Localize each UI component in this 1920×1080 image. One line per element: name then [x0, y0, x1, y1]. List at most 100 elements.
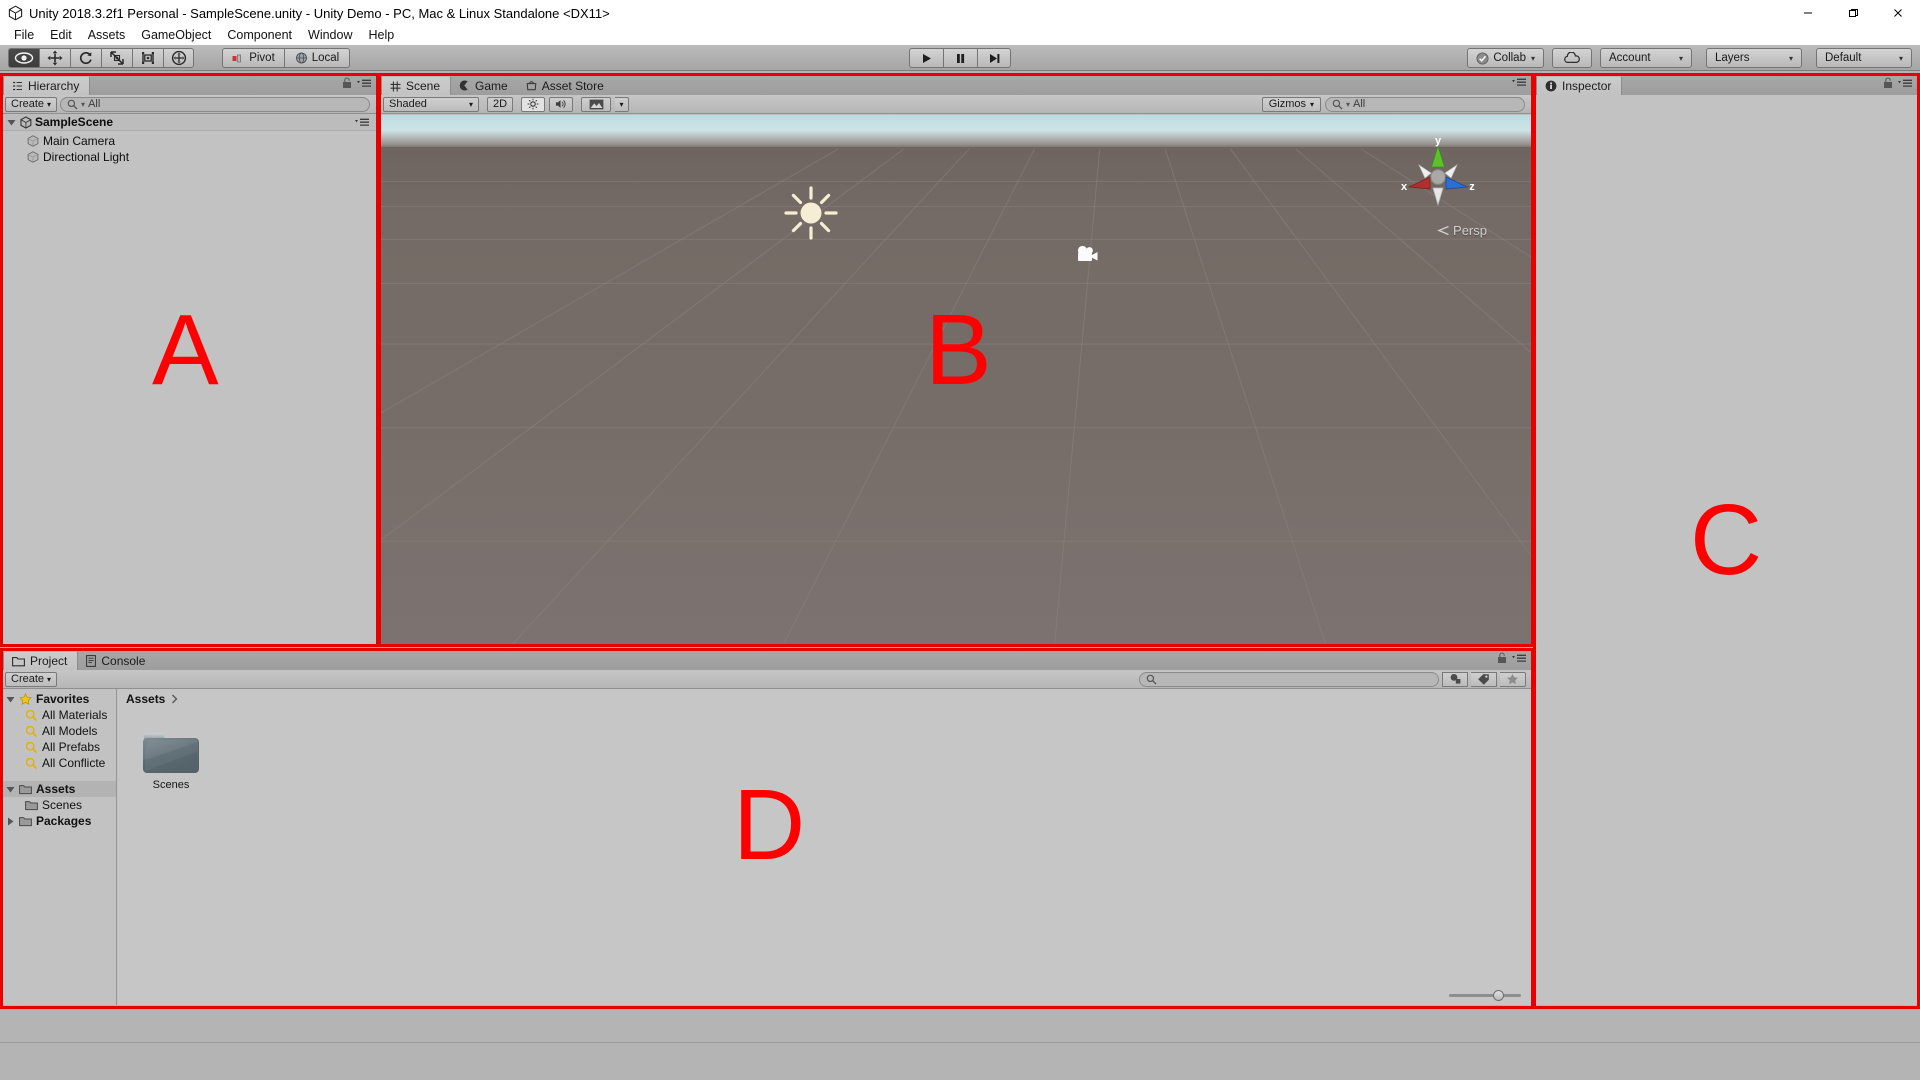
- pause-button[interactable]: [943, 48, 977, 68]
- project-panel: Project Console Create ▾ Favorites All M…: [3, 650, 1531, 1005]
- asset-store-tab-label: Asset Store: [541, 78, 604, 93]
- scene-search-input[interactable]: ▾ All: [1325, 96, 1525, 112]
- layout-button[interactable]: Default ▾: [1816, 48, 1912, 68]
- 2d-toggle-button[interactable]: 2D: [487, 96, 513, 112]
- project-search-input[interactable]: [1139, 671, 1439, 687]
- project-favorite-all-prefabs[interactable]: All Prefabs: [3, 739, 116, 755]
- favorite-filter-button[interactable]: [1500, 671, 1526, 687]
- project-assets-child-scenes[interactable]: Scenes: [3, 797, 116, 813]
- collab-button[interactable]: Collab ▾: [1467, 48, 1544, 68]
- project-create-button[interactable]: Create ▾: [5, 671, 58, 687]
- collapse-triangle-icon[interactable]: [6, 817, 15, 826]
- perspective-mode-label[interactable]: Persp: [1437, 223, 1487, 238]
- pivot-toggle-button[interactable]: Pivot: [222, 48, 284, 68]
- scale-tool-button[interactable]: [101, 48, 132, 68]
- shading-mode-dropdown[interactable]: Shaded ▾: [383, 96, 479, 112]
- hierarchy-icon: [13, 81, 22, 91]
- audio-toggle-button[interactable]: [549, 96, 573, 112]
- tab-project[interactable]: Project: [3, 651, 79, 670]
- account-button[interactable]: Account ▾: [1600, 48, 1692, 68]
- menu-item-file[interactable]: File: [6, 26, 42, 45]
- maximize-button[interactable]: [1830, 0, 1875, 26]
- move-tool-button[interactable]: [39, 48, 70, 68]
- chevron-right-icon: [172, 694, 178, 703]
- panel-menu-icon[interactable]: [1511, 653, 1527, 664]
- hierarchy-create-button[interactable]: Create ▾: [5, 96, 58, 112]
- project-favorite-all-models[interactable]: All Models: [3, 723, 116, 739]
- directional-light-gizmo-icon[interactable]: [783, 185, 839, 241]
- scene-viewport[interactable]: y x z Persp: [381, 115, 1531, 645]
- close-button[interactable]: [1875, 0, 1920, 26]
- zoom-slider-knob[interactable]: [1493, 989, 1504, 1001]
- step-button[interactable]: [977, 48, 1011, 68]
- tab-console[interactable]: Console: [78, 651, 155, 670]
- project-assets-root[interactable]: Assets: [3, 781, 116, 797]
- scene-axis-gizmo[interactable]: y x z: [1397, 133, 1479, 215]
- effects-toggle-button[interactable]: [581, 96, 611, 112]
- rotate-tool-button[interactable]: [70, 48, 101, 68]
- breadcrumb-assets[interactable]: Assets: [126, 692, 165, 706]
- folder-icon: [19, 816, 32, 826]
- effects-dropdown[interactable]: ▾: [615, 96, 629, 112]
- folder-icon: [143, 733, 199, 773]
- panel-menu-icon[interactable]: [356, 78, 372, 89]
- axis-y-label: y: [1435, 135, 1442, 147]
- hierarchy-scene-row[interactable]: SampleScene: [3, 114, 376, 131]
- local-toggle-button[interactable]: Local: [284, 48, 350, 68]
- project-favorites-root[interactable]: Favorites: [3, 691, 116, 707]
- project-favorite-all-conflicted[interactable]: All Conflicte: [3, 755, 116, 771]
- tab-inspector[interactable]: Inspector: [1536, 76, 1623, 95]
- menu-item-component[interactable]: Component: [219, 26, 300, 45]
- panel-menu-icon[interactable]: [1897, 78, 1913, 89]
- gizmos-dropdown-button[interactable]: Gizmos ▾: [1261, 96, 1321, 112]
- hierarchy-item-main-camera[interactable]: Main Camera: [3, 133, 376, 149]
- lock-icon[interactable]: [1883, 77, 1893, 89]
- lock-icon[interactable]: [342, 77, 352, 89]
- menu-item-window[interactable]: Window: [300, 26, 360, 45]
- step-icon: [989, 53, 999, 63]
- status-bar: [0, 1042, 1920, 1080]
- lighting-toggle-button[interactable]: [521, 96, 545, 112]
- expand-triangle-icon[interactable]: [6, 785, 15, 794]
- services-cloud-button[interactable]: [1552, 48, 1592, 68]
- project-favorite-all-materials[interactable]: All Materials: [3, 707, 116, 723]
- expand-triangle-icon[interactable]: [6, 695, 15, 704]
- rect-tool-button[interactable]: [132, 48, 163, 68]
- star-icon: [19, 692, 32, 705]
- menu-item-assets[interactable]: Assets: [80, 26, 134, 45]
- zoom-slider[interactable]: [1449, 989, 1521, 1001]
- layers-button[interactable]: Layers ▾: [1706, 48, 1802, 68]
- packages-label: Packages: [36, 814, 92, 828]
- filter-by-label-button[interactable]: [1471, 671, 1497, 687]
- tab-scene[interactable]: Scene: [381, 76, 452, 95]
- menu-item-help[interactable]: Help: [360, 26, 402, 45]
- camera-gizmo-icon[interactable]: [1075, 244, 1101, 264]
- tag-icon: [1478, 674, 1489, 685]
- menu-item-edit[interactable]: Edit: [42, 26, 80, 45]
- project-packages-root[interactable]: Packages: [3, 813, 116, 829]
- scene-grid: [381, 148, 1531, 645]
- asset-item-scenes[interactable]: Scenes: [135, 727, 207, 791]
- tab-game[interactable]: Game: [451, 76, 518, 95]
- expand-triangle-icon[interactable]: [7, 118, 16, 127]
- axis-z-label: z: [1469, 181, 1475, 193]
- filter-by-type-button[interactable]: [1442, 671, 1468, 687]
- panel-menu-icon[interactable]: [1511, 77, 1527, 88]
- hierarchy-item-directional-light[interactable]: Directional Light: [3, 149, 376, 165]
- tab-asset-store[interactable]: Asset Store: [518, 76, 614, 95]
- project-asset-grid[interactable]: Assets Scenes: [118, 689, 1531, 1005]
- hand-tool-button[interactable]: [8, 48, 39, 68]
- lock-icon[interactable]: [1497, 652, 1507, 664]
- hierarchy-subbar: Create ▾ ▾ All: [3, 95, 376, 114]
- persp-text: Persp: [1453, 223, 1487, 238]
- toolbar-right-group: Collab ▾ Account ▾ Layers ▾ Default ▾: [1467, 48, 1912, 68]
- hierarchy-search-input[interactable]: ▾ All: [60, 96, 370, 112]
- 2d-label: 2D: [492, 98, 508, 110]
- play-button[interactable]: [909, 48, 943, 68]
- scene-row-menu-icon[interactable]: [354, 117, 370, 128]
- project-folder-tree: Favorites All Materials All Models All P…: [3, 689, 117, 1005]
- minimize-button[interactable]: [1785, 0, 1830, 26]
- tab-hierarchy[interactable]: Hierarchy: [3, 76, 91, 95]
- transform-tool-button[interactable]: [163, 48, 194, 68]
- menu-item-gameobject[interactable]: GameObject: [133, 26, 219, 45]
